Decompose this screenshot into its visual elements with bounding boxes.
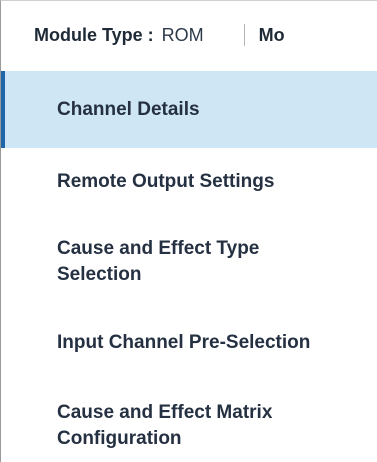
nav-item-cause-effect-matrix[interactable]: Cause and Effect Matrix Configuration (1, 376, 377, 462)
module-type-label: Module Type : (34, 24, 154, 45)
nav-item-label: Cause and Effect Type Selection (57, 238, 260, 285)
next-field-label: Mo (258, 24, 285, 45)
nav-item-remote-output-settings[interactable]: Remote Output Settings (1, 148, 377, 215)
nav-item-label: Channel Details (57, 98, 200, 120)
nav-item-label: Remote Output Settings (57, 170, 275, 192)
nav-item-label: Cause and Effect Matrix Configuration (57, 402, 273, 449)
nav-item-cause-effect-type[interactable]: Cause and Effect Type Selection (1, 215, 377, 309)
nav-item-input-channel-preselection[interactable]: Input Channel Pre-Selection (1, 309, 377, 376)
header-divider (243, 24, 245, 46)
module-panel: Module Type : ROM Mo Channel Details Rem… (0, 0, 377, 462)
module-header: Module Type : ROM Mo (1, 1, 377, 69)
nav-item-channel-details[interactable]: Channel Details (1, 71, 377, 148)
nav-item-label: Input Channel Pre-Selection (57, 331, 311, 353)
config-nav: Channel Details Remote Output Settings C… (1, 71, 377, 462)
module-type-value: ROM (161, 24, 204, 45)
